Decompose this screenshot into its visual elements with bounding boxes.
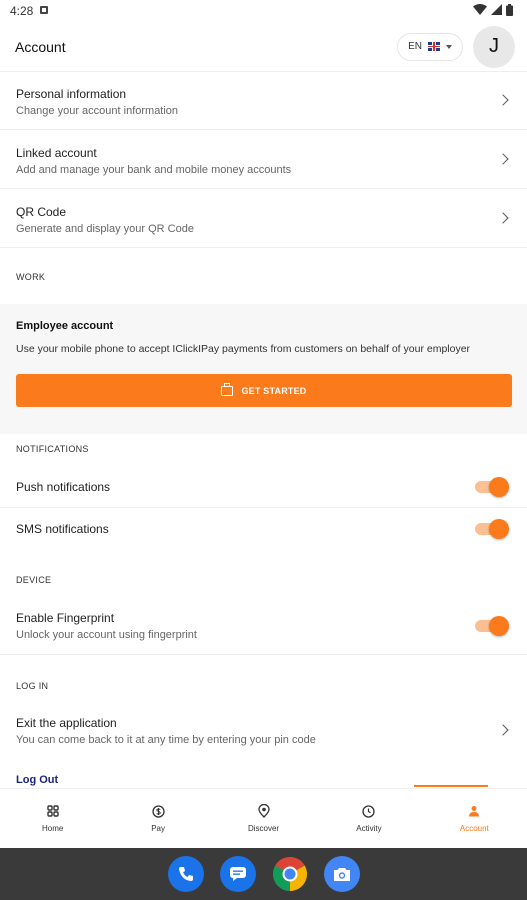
nav-account[interactable]: Account [422,789,527,848]
status-bar: 4:28 [0,0,527,22]
personal-information-row[interactable]: Personal information Change your account… [0,72,527,130]
nav-home[interactable]: Home [0,789,105,848]
row-title: QR Code [16,205,67,219]
row-subtitle: Change your account information [16,105,179,117]
bottom-nav: Home Pay Discover Activity Account [0,788,527,848]
qr-code-row[interactable]: QR Code Generate and display your QR Cod… [0,190,527,248]
language-code: EN [408,41,422,52]
section-label-work: WORK [16,272,46,282]
status-time: 4:28 [10,4,34,18]
employee-account-title: Employee account [16,320,114,332]
sms-notifications-toggle[interactable] [475,519,509,539]
nav-activity[interactable]: Activity [316,789,421,848]
row-title: Linked account [16,146,97,160]
fingerprint-toggle[interactable] [475,616,509,636]
exit-application-title: Exit the application [16,716,117,730]
camera-app-icon[interactable] [323,856,360,892]
employee-account-card: Employee account Use your mobile phone t… [0,304,527,434]
location-pin-icon [257,804,271,818]
nav-discover[interactable]: Discover [211,789,316,848]
row-subtitle: Generate and display your QR Code [16,223,194,235]
clock-icon [362,804,376,818]
linked-account-row[interactable]: Linked account Add and manage your bank … [0,131,527,189]
push-notifications-label: Push notifications [16,480,111,494]
grid-icon [46,804,60,818]
push-notifications-row: Push notifications [0,466,527,508]
person-icon [467,804,481,818]
push-notifications-toggle[interactable] [475,476,509,497]
briefcase-icon [221,382,234,396]
sms-notifications-row: SMS notifications [0,508,527,550]
nav-label: Discover [247,824,280,833]
row-subtitle: Add and manage your bank and mobile mone… [16,164,292,176]
section-label-log-in: LOG IN [16,681,49,691]
app-header: Account EN J [0,22,527,72]
employee-account-description: Use your mobile phone to accept IClickIP… [16,343,471,355]
language-selector[interactable]: EN [397,32,463,61]
get-started-button[interactable]: GET STARTED [16,374,512,407]
nav-label: Home [42,824,64,833]
wifi-icon [473,4,487,18]
row-title: Personal information [16,87,127,101]
log-out-button[interactable]: Log Out [16,774,58,786]
notification-icon [39,4,49,18]
enable-fingerprint-row: Enable Fingerprint Unlock your account u… [0,598,527,655]
page-title: Account [15,38,66,55]
nav-pay[interactable]: Pay [105,789,210,848]
accent-divider [414,785,488,787]
get-started-label: GET STARTED [241,385,307,396]
nav-label: Account [459,824,489,833]
nav-label: Pay [151,824,165,833]
phone-app-icon[interactable] [167,856,204,892]
uk-flag-icon [428,42,440,51]
nav-label: Activity [356,824,382,833]
sms-notifications-label: SMS notifications [16,522,109,536]
signal-icon [491,4,502,18]
dollar-circle-icon [151,804,165,818]
battery-icon [506,3,513,19]
enable-fingerprint-label: Enable Fingerprint [16,611,115,625]
chrome-app-icon[interactable] [272,856,308,892]
exit-application-row[interactable]: Exit the application You can come back t… [0,702,527,760]
section-label-notifications: NOTIFICATIONS [16,444,89,454]
section-label-device: DEVICE [16,575,52,585]
messages-app-icon[interactable] [219,856,256,892]
caret-down-icon [446,44,452,49]
exit-application-subtitle: You can come back to it at any time by e… [16,734,316,746]
avatar[interactable]: J [473,25,515,68]
enable-fingerprint-subtitle: Unlock your account using fingerprint [16,629,197,641]
system-dock [0,848,527,900]
